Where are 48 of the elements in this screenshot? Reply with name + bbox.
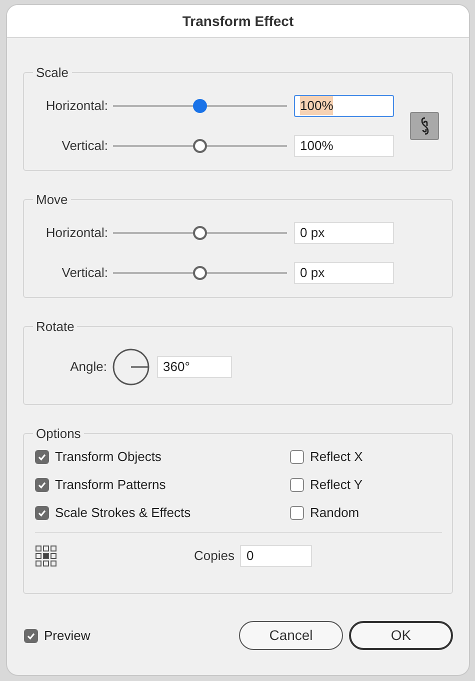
checkbox[interactable]: [35, 478, 49, 492]
checkbox[interactable]: [35, 450, 49, 464]
slider[interactable]: [113, 138, 287, 152]
slider-thumb[interactable]: [193, 226, 207, 240]
checkmark-icon: [26, 630, 36, 640]
checkmark-icon: [37, 452, 47, 462]
field-label: Vertical:: [60, 136, 108, 155]
input-field[interactable]: 100%: [294, 134, 394, 156]
field-label: Copies: [194, 546, 234, 565]
slider[interactable]: [113, 226, 287, 240]
checkbox-label: Transform Objects: [55, 448, 162, 466]
checkbox-label: Scale Strokes & Effects: [55, 504, 191, 522]
input-field[interactable]: 0 px: [294, 262, 394, 284]
checkbox-label: Transform Patterns: [55, 476, 166, 494]
dialog-button[interactable]: Cancel: [239, 621, 343, 650]
checkbox[interactable]: [35, 506, 49, 520]
input-field[interactable]: 0: [240, 544, 312, 566]
window-title: Transform Effect: [182, 12, 294, 30]
slider-thumb[interactable]: [193, 98, 207, 112]
checkbox-label: Reflect X: [310, 448, 363, 466]
panel-title: Options: [35, 425, 82, 443]
field-label: Horizontal:: [44, 224, 108, 242]
dialog-button[interactable]: OK: [349, 621, 453, 650]
field-label: Horizontal:: [44, 96, 108, 115]
checkbox[interactable]: [290, 506, 304, 520]
field-label: Vertical:: [60, 264, 108, 282]
checkbox-label: Random: [310, 504, 360, 522]
checkmark-icon: [37, 508, 47, 518]
input-field[interactable]: 100%: [294, 94, 394, 116]
panel-title: Rotate: [35, 318, 76, 336]
checkbox-label: Reflect Y: [310, 476, 363, 494]
slider[interactable]: [113, 98, 287, 112]
checkbox[interactable]: [290, 478, 304, 492]
panel-title: Scale: [35, 64, 70, 82]
slider-thumb[interactable]: [193, 138, 207, 152]
panel-title: Move: [35, 191, 69, 209]
input-field[interactable]: 0 px: [294, 222, 394, 244]
input-field[interactable]: 360°: [157, 356, 232, 378]
checkbox[interactable]: [24, 628, 38, 642]
angle-dial-icon[interactable]: [112, 348, 150, 386]
link-icon[interactable]: [410, 112, 439, 140]
reference-point-icon[interactable]: [35, 544, 57, 566]
slider-thumb[interactable]: [193, 266, 207, 280]
checkbox[interactable]: [290, 450, 304, 464]
slider[interactable]: [113, 266, 287, 280]
checkbox-label: Preview: [44, 626, 90, 645]
field-label: Angle:: [69, 358, 107, 376]
checkmark-icon: [37, 480, 47, 490]
